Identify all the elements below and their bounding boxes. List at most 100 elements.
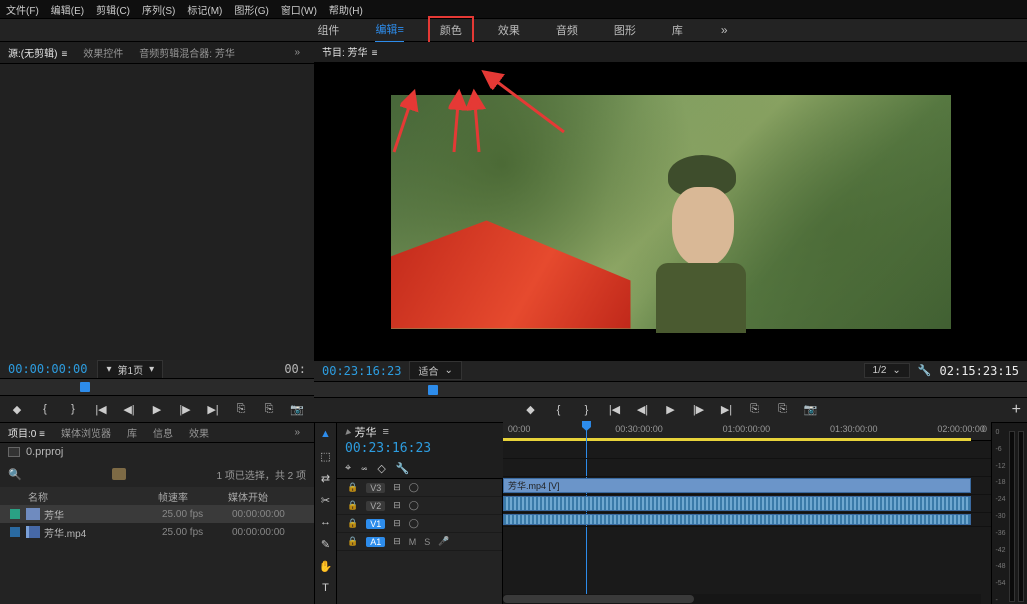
mark-out-button[interactable]: } [66, 402, 80, 416]
panel-menu-icon[interactable]: ≡ [372, 48, 378, 59]
workspace-effects[interactable]: 效果 [498, 22, 520, 38]
step-forward-button[interactable]: |▶ [178, 402, 192, 416]
ripple-edit-tool[interactable]: ⇄ [319, 471, 333, 485]
add-marker-button[interactable]: ◆ [524, 403, 538, 417]
menu-sequence[interactable]: 序列(S) [142, 2, 175, 17]
track-lane-a1[interactable] [503, 495, 991, 513]
menu-help[interactable]: 帮助(H) [329, 2, 363, 17]
tab-effects-lower[interactable]: 效果 [181, 425, 217, 440]
track-target[interactable]: V1 [366, 519, 385, 529]
folder-icon[interactable] [112, 468, 126, 480]
menu-file[interactable]: 文件(F) [6, 2, 39, 17]
sync-lock-icon[interactable]: ⊟ [393, 536, 401, 547]
close-icon[interactable]: ▾ [341, 425, 354, 438]
selection-tool[interactable]: ▲ [319, 427, 333, 441]
play-button[interactable]: ▶ [664, 403, 678, 417]
track-header-v2[interactable]: 🔒 V2 ⊟ ◯ [337, 497, 502, 515]
razor-tool[interactable]: ✂ [319, 493, 333, 507]
program-playhead[interactable] [428, 385, 438, 395]
play-button[interactable]: ▶ [150, 402, 164, 416]
export-frame-button[interactable]: 📷 [804, 403, 818, 417]
audio-clip[interactable] [503, 496, 971, 511]
workspace-menu-icon[interactable]: ≡ [397, 24, 403, 36]
pen-tool[interactable]: ✎ [319, 537, 333, 551]
project-item-sequence[interactable]: 芳华 25.00 fps 00:00:00:00 [0, 505, 314, 523]
add-marker-toggle[interactable]: ◇ [377, 462, 385, 475]
column-media-start[interactable]: 媒体开始 [228, 489, 268, 504]
type-tool[interactable]: T [319, 581, 333, 595]
workspace-graphics[interactable]: 图形 [614, 22, 636, 38]
tab-info[interactable]: 信息 [145, 425, 181, 440]
timeline-tab[interactable]: 芳华 [355, 424, 377, 440]
source-timecode[interactable]: 00:00:00:00 [8, 362, 87, 376]
project-item-video[interactable]: 芳华.mp4 25.00 fps 00:00:00:00 [0, 523, 314, 541]
lift-button[interactable]: ⎘ [748, 403, 762, 417]
track-target[interactable]: V2 [366, 501, 385, 511]
workspace-audio[interactable]: 音频 [556, 22, 578, 38]
lock-icon[interactable]: 🔒 [347, 536, 358, 547]
overwrite-button[interactable]: ⎘ [262, 402, 276, 416]
sync-lock-icon[interactable]: ⊟ [393, 500, 401, 511]
tab-source[interactable]: 源:(无剪辑)≡ [0, 45, 75, 60]
video-clip[interactable]: 芳华.mp4 [V] [503, 478, 971, 493]
track-header-v1[interactable]: 🔒 V1 ⊟ ◯ [337, 515, 502, 533]
source-time-ruler[interactable] [0, 378, 314, 396]
tab-media-browser[interactable]: 媒体浏览器 [53, 425, 119, 440]
workspace-libraries[interactable]: 库 [672, 22, 683, 38]
sync-lock-icon[interactable]: ⊟ [393, 482, 401, 493]
program-time-ruler[interactable] [314, 381, 1027, 398]
mute-button[interactable]: M [409, 537, 417, 547]
voiceover-icon[interactable]: 🎤 [438, 536, 449, 547]
solo-button[interactable]: S [424, 537, 430, 547]
menu-edit[interactable]: 编辑(E) [51, 2, 84, 17]
mark-out-button[interactable]: } [580, 403, 594, 417]
track-lane-v1[interactable]: 芳华.mp4 [V] [503, 477, 991, 495]
tab-effect-controls[interactable]: 效果控件 [75, 45, 131, 60]
tab-audio-clip-mixer[interactable]: 音频剪辑混合器: 芳华 [131, 45, 243, 60]
scrollbar-thumb[interactable] [503, 595, 694, 603]
column-name[interactable]: 名称 [28, 489, 158, 504]
track-select-tool[interactable]: ⬚ [319, 449, 333, 463]
timeline-tracks[interactable]: 00:00 00:30:00:00 01:00:00:00 01:30:00:0… [503, 421, 991, 604]
program-timecode[interactable]: 00:23:16:23 [322, 364, 401, 378]
track-target[interactable]: V3 [366, 483, 385, 493]
goto-in-button[interactable]: |◀ [608, 403, 622, 417]
source-viewer[interactable] [0, 64, 314, 360]
workspace-assembly[interactable]: 组件 [317, 22, 339, 38]
lock-icon[interactable]: 🔒 [347, 518, 358, 529]
export-frame-button[interactable]: 📷 [290, 402, 304, 416]
sync-lock-icon[interactable]: ⊟ [393, 518, 401, 529]
hand-tool[interactable]: ✋ [319, 559, 333, 573]
menu-graphics[interactable]: 图形(G) [234, 2, 268, 17]
timeline-settings-icon[interactable]: 🔧 [396, 462, 410, 475]
source-page-select[interactable]: ▾第1页▾ [97, 360, 163, 379]
timeline-h-scrollbar[interactable] [503, 594, 981, 604]
search-icon[interactable]: 🔍 [8, 468, 22, 481]
goto-in-button[interactable]: |◀ [94, 402, 108, 416]
tab-libraries[interactable]: 库 [119, 425, 145, 440]
eye-icon[interactable]: ◯ [409, 500, 419, 511]
eye-icon[interactable]: ◯ [409, 518, 419, 529]
track-header-a1[interactable]: 🔒 A1 ⊟ M S 🎤 [337, 533, 502, 551]
program-resolution[interactable]: 1/2⌄ [864, 363, 910, 378]
workspace-color[interactable]: 颜色 [428, 16, 474, 44]
menu-clip[interactable]: 剪辑(C) [96, 2, 130, 17]
audio-clip[interactable] [503, 514, 971, 525]
tab-project[interactable]: 项目:0 ≡ [0, 425, 53, 440]
step-back-button[interactable]: ◀| [122, 402, 136, 416]
workspace-overflow-icon[interactable]: » [721, 23, 728, 37]
menu-window[interactable]: 窗口(W) [281, 2, 317, 17]
track-header-v3[interactable]: 🔒 V3 ⊟ ◯ [337, 479, 502, 497]
insert-button[interactable]: ⎘ [234, 402, 248, 416]
tab-program[interactable]: 节目: 芳华≡ [314, 44, 385, 59]
add-marker-button[interactable]: ◆ [10, 402, 24, 416]
column-framerate[interactable]: 帧速率 [158, 489, 228, 504]
step-back-button[interactable]: ◀| [636, 403, 650, 417]
program-zoom-fit[interactable]: 适合⌄ [409, 361, 461, 380]
track-lane-a1b[interactable] [503, 513, 991, 527]
workspace-editing[interactable]: 编辑≡ [375, 21, 403, 43]
lock-icon[interactable]: 🔒 [347, 500, 358, 511]
snap-toggle[interactable]: ⌖ [345, 462, 351, 475]
linked-selection-toggle[interactable]: 𝆘 [361, 462, 367, 475]
extract-button[interactable]: ⎘ [776, 403, 790, 417]
